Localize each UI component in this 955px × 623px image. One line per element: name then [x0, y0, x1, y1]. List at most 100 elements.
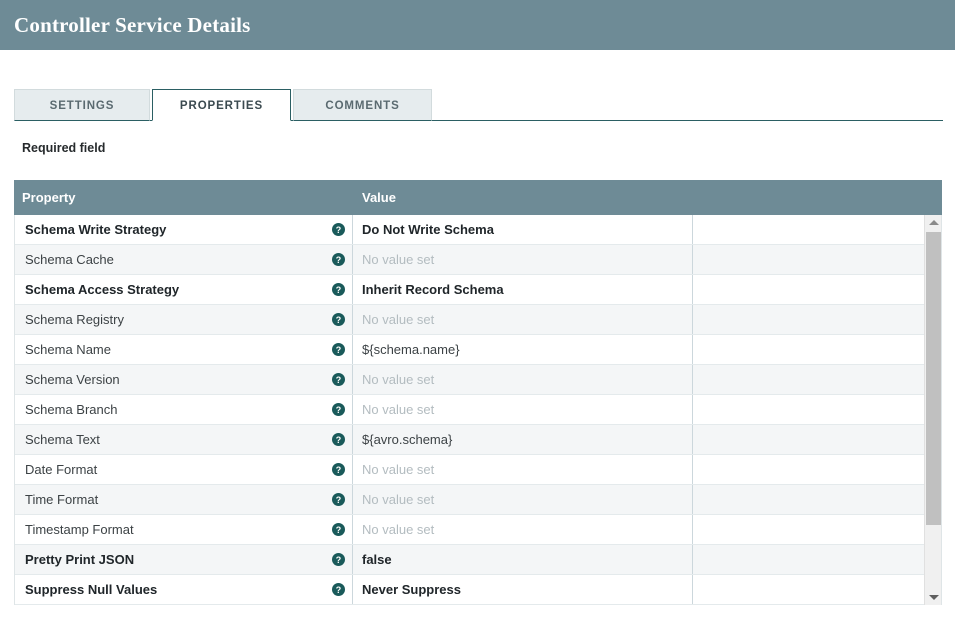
svg-text:?: ? [336, 465, 341, 475]
table-row[interactable]: Date Format? No value set [15, 455, 941, 485]
help-circle-icon[interactable]: ? [332, 493, 345, 506]
extra-cell [693, 245, 941, 274]
column-header-value: Value [362, 190, 396, 205]
svg-text:?: ? [336, 255, 341, 265]
property-name: Schema Access Strategy [25, 282, 180, 297]
value-cell[interactable]: No value set [353, 395, 693, 424]
property-name: Schema Registry [25, 312, 124, 327]
property-cell: Pretty Print JSON? [15, 545, 353, 574]
property-name: Schema Text [25, 432, 100, 447]
value-cell[interactable]: ${schema.name} [353, 335, 693, 364]
property-cell: Timestamp Format? [15, 515, 353, 544]
value-placeholder: No value set [362, 372, 435, 387]
table-row[interactable]: Schema Version? No value set [15, 365, 941, 395]
help-circle-icon[interactable]: ? [332, 403, 345, 416]
value-cell[interactable]: No value set [353, 485, 693, 514]
value-text: Never Suppress [362, 582, 461, 597]
scroll-up-button[interactable] [925, 215, 942, 230]
property-cell: Date Format? [15, 455, 353, 484]
value-text: ${avro.schema} [362, 432, 453, 447]
property-name: Timestamp Format [25, 522, 134, 537]
table-row[interactable]: Schema Name? ${schema.name} [15, 335, 941, 365]
properties-table: Property Value Schema Write Strategy? Do … [14, 180, 942, 605]
vertical-scrollbar[interactable] [924, 215, 941, 605]
extra-cell [693, 455, 941, 484]
help-circle-icon[interactable]: ? [332, 583, 345, 596]
help-circle-icon[interactable]: ? [332, 373, 345, 386]
value-text: Inherit Record Schema [362, 282, 504, 297]
value-cell[interactable]: false [353, 545, 693, 574]
help-circle-icon[interactable]: ? [332, 553, 345, 566]
help-circle-icon[interactable]: ? [332, 523, 345, 536]
value-text: Do Not Write Schema [362, 222, 494, 237]
page-title: Controller Service Details [14, 12, 251, 37]
property-cell: Schema Branch? [15, 395, 353, 424]
value-cell[interactable]: No value set [353, 455, 693, 484]
tab-settings[interactable]: SETTINGS [14, 89, 150, 121]
table-row[interactable]: Suppress Null Values? Never Suppress [15, 575, 941, 605]
property-name: Schema Name [25, 342, 111, 357]
property-name: Date Format [25, 462, 98, 477]
svg-text:?: ? [336, 585, 341, 595]
svg-text:?: ? [336, 225, 341, 235]
extra-cell [693, 305, 941, 334]
svg-text:?: ? [336, 345, 341, 355]
column-header-property: Property [22, 190, 76, 205]
help-circle-icon[interactable]: ? [332, 433, 345, 446]
value-cell[interactable]: No value set [353, 515, 693, 544]
extra-cell [693, 425, 941, 454]
help-circle-icon[interactable]: ? [332, 313, 345, 326]
property-cell: Time Format? [15, 485, 353, 514]
help-circle-icon[interactable]: ? [332, 253, 345, 266]
svg-text:?: ? [336, 405, 341, 415]
extra-cell [693, 395, 941, 424]
value-placeholder: No value set [362, 312, 435, 327]
value-placeholder: No value set [362, 402, 435, 417]
property-name: Pretty Print JSON [25, 552, 135, 567]
table-row[interactable]: Schema Text? ${avro.schema} [15, 425, 941, 455]
table-row[interactable]: Pretty Print JSON? false [15, 545, 941, 575]
property-cell: Schema Version? [15, 365, 353, 394]
table-row[interactable]: Schema Branch? No value set [15, 395, 941, 425]
property-name: Schema Version [25, 372, 120, 387]
triangle-up-icon [928, 220, 939, 225]
svg-text:?: ? [336, 435, 341, 445]
help-circle-icon[interactable]: ? [332, 463, 345, 476]
value-cell[interactable]: ${avro.schema} [353, 425, 693, 454]
table-row[interactable]: Timestamp Format? No value set [15, 515, 941, 545]
tab-comments[interactable]: COMMENTS [293, 89, 432, 121]
table-row[interactable]: Schema Write Strategy? Do Not Write Schem… [15, 215, 941, 245]
table-row[interactable]: Schema Registry? No value set [15, 305, 941, 335]
triangle-down-icon [928, 595, 939, 600]
value-cell[interactable]: Do Not Write Schema [353, 215, 693, 244]
required-field-legend: Required field [22, 141, 106, 155]
value-cell[interactable]: No value set [353, 305, 693, 334]
tab-properties[interactable]: PROPERTIES [152, 89, 291, 121]
value-text: false [362, 552, 392, 567]
value-cell[interactable]: No value set [353, 245, 693, 274]
tab-comments-label: COMMENTS [325, 100, 400, 112]
property-cell: Schema Text? [15, 425, 353, 454]
table-row[interactable]: Schema Access Strategy? Inherit Record Sc… [15, 275, 941, 305]
svg-text:?: ? [336, 555, 341, 565]
extra-cell [693, 275, 941, 304]
tab-list: SETTINGS PROPERTIES COMMENTS [14, 88, 955, 121]
property-cell: Suppress Null Values? [15, 575, 353, 604]
scrollbar-thumb[interactable] [926, 232, 941, 525]
svg-text:?: ? [336, 495, 341, 505]
help-circle-icon[interactable]: ? [332, 283, 345, 296]
table-body: Schema Write Strategy? Do Not Write Schem… [14, 215, 942, 605]
tab-bar: SETTINGS PROPERTIES COMMENTS [0, 88, 955, 121]
table-row[interactable]: Time Format? No value set [15, 485, 941, 515]
help-circle-icon[interactable]: ? [332, 343, 345, 356]
tab-settings-label: SETTINGS [49, 100, 115, 112]
value-text: ${schema.name} [362, 342, 460, 357]
value-cell[interactable]: Never Suppress [353, 575, 693, 604]
value-cell[interactable]: No value set [353, 365, 693, 394]
value-cell[interactable]: Inherit Record Schema [353, 275, 693, 304]
table-row[interactable]: Schema Cache? No value set [15, 245, 941, 275]
scroll-down-button[interactable] [925, 590, 942, 605]
help-circle-icon[interactable]: ? [332, 223, 345, 236]
svg-text:?: ? [336, 525, 341, 535]
property-cell: Schema Name? [15, 335, 353, 364]
